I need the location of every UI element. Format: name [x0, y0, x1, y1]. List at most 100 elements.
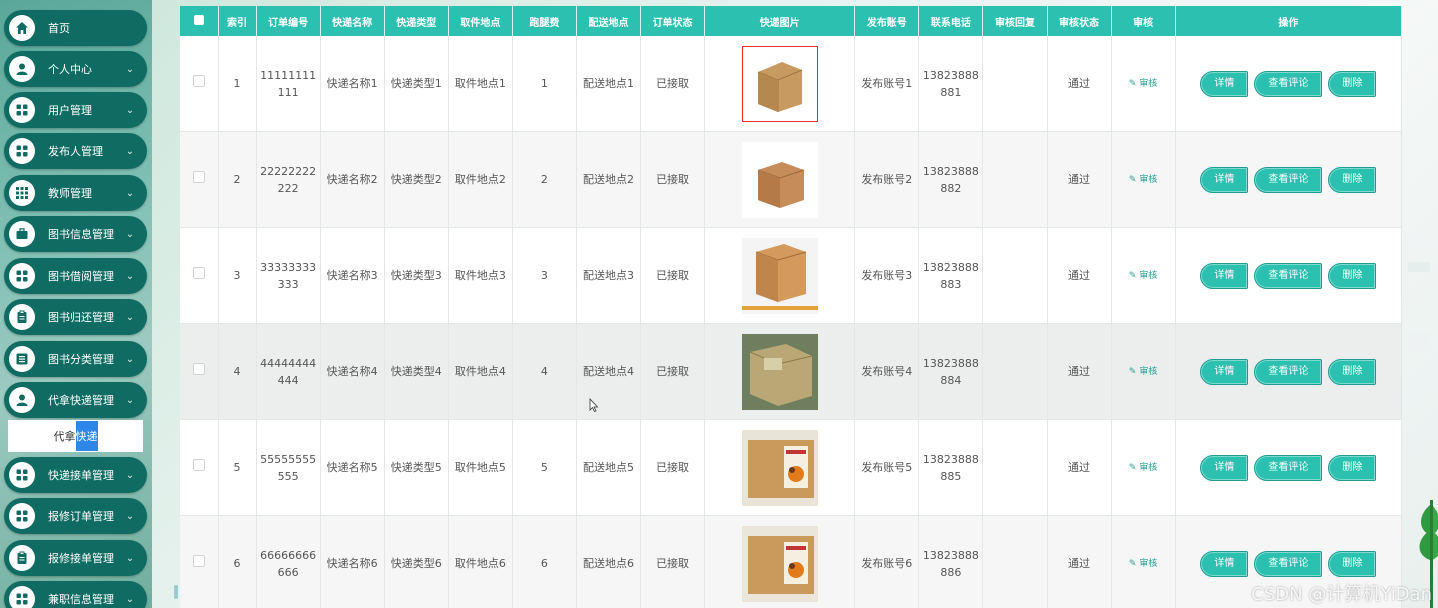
package-image[interactable] — [704, 131, 856, 228]
cell-delivery: 配送地点5 — [576, 419, 642, 516]
view-comments-button[interactable]: 查看评论 — [1254, 166, 1323, 193]
edit-icon: ✎ — [1128, 559, 1140, 569]
cell-status: 已接取 — [640, 419, 706, 516]
detail-button[interactable]: 详情 — [1200, 262, 1249, 289]
column-header: 发布账号 — [854, 6, 920, 36]
cell-pickup: 取件地点4 — [448, 323, 513, 420]
cell-account: 发布账号6 — [854, 515, 920, 608]
cell-pickup: 取件地点3 — [448, 227, 513, 324]
sidebar-item-0[interactable]: 首页 — [4, 10, 147, 46]
table-row[interactable]: 1 11111111111 快递名称1 快递类型1 取件地点1 1 配送地点1 已接取 发布账号… — [180, 36, 1402, 132]
column-header: 配送地点 — [576, 6, 642, 36]
package-image[interactable] — [704, 419, 856, 516]
detail-button[interactable]: 详情 — [1200, 550, 1249, 577]
row-checkbox[interactable] — [180, 515, 219, 608]
delete-button[interactable]: 删除 — [1328, 358, 1377, 385]
decorative-plant — [1408, 236, 1438, 608]
cell-order-no: 22222222222 — [256, 131, 321, 228]
delete-button[interactable]: 删除 — [1328, 70, 1377, 97]
sidebar-item-label: 首页 — [48, 22, 70, 35]
view-comments-button[interactable]: 查看评论 — [1254, 70, 1323, 97]
sidebar-item-4[interactable]: 教师管理 ⌄ — [4, 175, 147, 211]
cell-account: 发布账号3 — [854, 227, 920, 324]
sidebar-item-after-2[interactable]: 报修接单管理 ⌄ — [4, 540, 147, 576]
cell-fee: 1 — [512, 36, 577, 132]
view-comments-button[interactable]: 查看评论 — [1254, 358, 1323, 385]
clipboard-icon — [9, 304, 35, 330]
box-photo-1 — [741, 45, 818, 122]
audit-link[interactable]: ✎ 审核 — [1129, 79, 1157, 89]
cell-order-no: 44444444444 — [256, 323, 321, 420]
column-header: 跑腿费 — [512, 6, 577, 36]
cell-reply — [982, 515, 1048, 608]
sidebar-item-3[interactable]: 发布人管理 ⌄ — [4, 133, 147, 169]
cell-phone: 13823888882 — [918, 131, 984, 228]
audit-link[interactable]: ✎ 审核 — [1129, 559, 1157, 569]
audit-link[interactable]: ✎ 审核 — [1129, 463, 1157, 473]
sidebar-item-1[interactable]: 个人中心 ⌄ — [4, 51, 147, 87]
audit-cell: ✎ 审核 — [1111, 515, 1176, 608]
sidebar-item-8[interactable]: 图书分类管理 ⌄ — [4, 341, 147, 377]
view-comments-button[interactable]: 查看评论 — [1254, 454, 1323, 481]
column-header: 快递类型 — [384, 6, 449, 36]
grid-icon — [9, 97, 35, 123]
delete-button[interactable]: 删除 — [1328, 550, 1377, 577]
chevron-down-icon: ⌄ — [125, 270, 135, 282]
table-row[interactable]: 6 66666666666 快递名称6 快递类型6 取件地点6 6 配送地点6 已接取 发布账号… — [180, 515, 1402, 608]
cell-type: 快递类型4 — [384, 323, 449, 420]
briefcase-icon — [9, 221, 35, 247]
sidebar-item-2[interactable]: 用户管理 ⌄ — [4, 92, 147, 128]
table-row[interactable]: 5 55555555555 快递名称5 快递类型5 取件地点5 5 配送地点5 已接取 发布账号… — [180, 419, 1402, 516]
view-comments-button[interactable]: 查看评论 — [1254, 262, 1323, 289]
submenu-label-highlight: 快递 — [75, 421, 98, 451]
sidebar-item-after-1[interactable]: 报修订单管理 ⌄ — [4, 498, 147, 534]
sidebar-item-9[interactable]: 代拿快递管理 ⌄ — [4, 382, 147, 418]
delete-button[interactable]: 删除 — [1328, 454, 1377, 481]
sidebar-item-7[interactable]: 图书归还管理 ⌄ — [4, 299, 147, 335]
table-row[interactable]: 4 44444444444 快递名称4 快递类型4 取件地点4 4 配送地点4 已接取 发布账号… — [180, 323, 1402, 420]
cell-type: 快递类型2 — [384, 131, 449, 228]
cell-status: 已接取 — [640, 36, 706, 132]
delete-button[interactable]: 删除 — [1328, 262, 1377, 289]
sidebar-item-after-3[interactable]: 兼职信息管理 ⌄ — [4, 581, 147, 608]
audit-link[interactable]: ✎ 审核 — [1129, 271, 1157, 281]
row-checkbox[interactable] — [180, 323, 219, 420]
table-row[interactable]: 2 22222222222 快递名称2 快递类型2 取件地点2 2 配送地点2 已接取 发布账号… — [180, 131, 1402, 228]
package-image[interactable] — [704, 36, 856, 132]
actions-cell: 详情 查看评论 删除 — [1175, 131, 1402, 228]
sidebar-item-label: 图书分类管理 — [48, 353, 114, 366]
column-header: 快递名称 — [320, 6, 385, 36]
cell-order-no: 66666666666 — [256, 515, 321, 608]
cell-type: 快递类型6 — [384, 515, 449, 608]
detail-button[interactable]: 详情 — [1200, 454, 1249, 481]
cell-order-no: 55555555555 — [256, 419, 321, 516]
audit-cell: ✎ 审核 — [1111, 36, 1176, 132]
sidebar-item-5[interactable]: 图书信息管理 ⌄ — [4, 216, 147, 252]
table-row[interactable]: 3 33333333333 快递名称3 快递类型3 取件地点3 3 配送地点3 已接取 发布账号… — [180, 227, 1402, 324]
detail-button[interactable]: 详情 — [1200, 70, 1249, 97]
submenu-item-express[interactable]: 代拿 快递 — [8, 420, 143, 452]
row-checkbox[interactable] — [180, 36, 219, 132]
row-checkbox[interactable] — [180, 131, 219, 228]
sidebar-item-label: 兼职信息管理 — [48, 593, 114, 606]
view-comments-button[interactable]: 查看评论 — [1254, 550, 1323, 577]
delete-button[interactable]: 删除 — [1328, 166, 1377, 193]
select-all-checkbox[interactable] — [180, 6, 219, 36]
detail-button[interactable]: 详情 — [1200, 358, 1249, 385]
package-image[interactable] — [704, 323, 856, 420]
chevron-down-icon: ⌄ — [125, 104, 135, 116]
audit-link[interactable]: ✎ 审核 — [1129, 367, 1157, 377]
package-image[interactable] — [704, 227, 856, 324]
sidebar-item-after-0[interactable]: 快递接单管理 ⌄ — [4, 457, 147, 493]
sidebar-scrollbar[interactable] — [174, 585, 178, 599]
row-checkbox[interactable] — [180, 227, 219, 324]
audit-link[interactable]: ✎ 审核 — [1129, 175, 1157, 185]
row-checkbox[interactable] — [180, 419, 219, 516]
cell-name: 快递名称1 — [320, 36, 385, 132]
detail-button[interactable]: 详情 — [1200, 166, 1249, 193]
grid-icon — [9, 586, 35, 608]
package-image[interactable] — [704, 515, 856, 608]
edit-icon: ✎ — [1128, 367, 1140, 377]
user-icon — [9, 387, 35, 413]
sidebar-item-6[interactable]: 图书借阅管理 ⌄ — [4, 258, 147, 294]
